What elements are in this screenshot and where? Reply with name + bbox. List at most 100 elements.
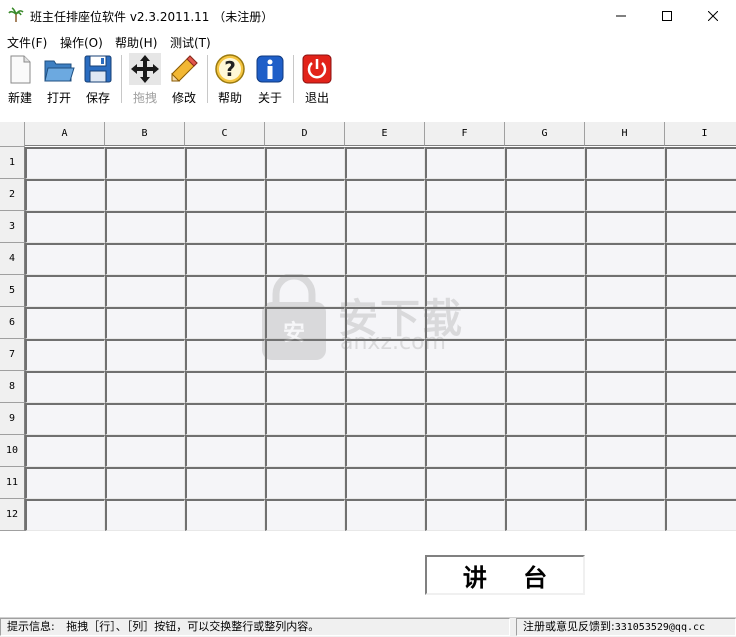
seat-cell[interactable]	[665, 243, 736, 275]
seat-cell[interactable]	[105, 403, 185, 435]
seat-cell[interactable]	[265, 371, 345, 403]
close-button[interactable]	[690, 0, 736, 31]
seat-cell[interactable]	[425, 211, 505, 243]
seat-cell[interactable]	[25, 243, 105, 275]
column-header[interactable]: I	[665, 122, 736, 146]
seat-cell[interactable]	[425, 307, 505, 339]
seat-cell[interactable]	[505, 275, 585, 307]
seat-cell[interactable]	[505, 499, 585, 531]
seat-cell[interactable]	[665, 307, 736, 339]
column-header[interactable]: E	[345, 122, 425, 146]
seat-cell[interactable]	[585, 499, 665, 531]
seat-cell[interactable]	[345, 211, 425, 243]
minimize-button[interactable]	[598, 0, 644, 31]
row-header[interactable]: 9	[0, 403, 25, 435]
seat-cell[interactable]	[25, 211, 105, 243]
column-header[interactable]: H	[585, 122, 665, 146]
edit-button[interactable]: 修改	[166, 53, 202, 105]
seat-cell[interactable]	[585, 307, 665, 339]
seat-cell[interactable]	[105, 467, 185, 499]
column-header[interactable]: G	[505, 122, 585, 146]
seat-cell[interactable]	[505, 371, 585, 403]
seat-cell[interactable]	[505, 211, 585, 243]
seat-cell[interactable]	[585, 147, 665, 179]
seat-cell[interactable]	[665, 499, 736, 531]
seat-cell[interactable]	[345, 147, 425, 179]
seat-cell[interactable]	[105, 307, 185, 339]
seat-cell[interactable]	[345, 467, 425, 499]
drag-button[interactable]: 拖拽	[127, 53, 163, 105]
seat-cell[interactable]	[425, 179, 505, 211]
seat-cell[interactable]	[25, 147, 105, 179]
row-header[interactable]: 4	[0, 243, 25, 275]
seat-cell[interactable]	[665, 339, 736, 371]
row-header[interactable]: 8	[0, 371, 25, 403]
seat-cell[interactable]	[345, 179, 425, 211]
seat-cell[interactable]	[25, 403, 105, 435]
seat-cell[interactable]	[345, 339, 425, 371]
seat-cell[interactable]	[265, 243, 345, 275]
seat-cell[interactable]	[425, 275, 505, 307]
menu-file[interactable]: 文件(F)	[7, 34, 47, 51]
seat-cell[interactable]	[265, 147, 345, 179]
seat-cell[interactable]	[265, 307, 345, 339]
column-header[interactable]: A	[25, 122, 105, 146]
seat-cell[interactable]	[345, 307, 425, 339]
seat-cell[interactable]	[425, 467, 505, 499]
seat-cell[interactable]	[185, 243, 265, 275]
seat-cell[interactable]	[25, 275, 105, 307]
seat-cell[interactable]	[265, 467, 345, 499]
new-button[interactable]: 新建	[2, 53, 38, 105]
seat-cell[interactable]	[185, 211, 265, 243]
seat-cell[interactable]	[425, 339, 505, 371]
seat-cell[interactable]	[25, 467, 105, 499]
seat-cell[interactable]	[585, 211, 665, 243]
seat-cell[interactable]	[505, 435, 585, 467]
seat-cell[interactable]	[585, 371, 665, 403]
row-header[interactable]: 3	[0, 211, 25, 243]
seat-cell[interactable]	[585, 243, 665, 275]
seat-cell[interactable]	[265, 211, 345, 243]
seat-cell[interactable]	[585, 403, 665, 435]
save-button[interactable]: 保存	[80, 53, 116, 105]
seat-cell[interactable]	[25, 499, 105, 531]
seat-cell[interactable]	[505, 307, 585, 339]
seat-cell[interactable]	[345, 435, 425, 467]
seat-cell[interactable]	[185, 179, 265, 211]
seat-cell[interactable]	[345, 371, 425, 403]
seat-cell[interactable]	[585, 179, 665, 211]
help-button[interactable]: ? 帮助	[212, 53, 248, 105]
seat-cell[interactable]	[505, 179, 585, 211]
row-header[interactable]: 11	[0, 467, 25, 499]
seat-cell[interactable]	[345, 275, 425, 307]
seat-cell[interactable]	[25, 435, 105, 467]
maximize-button[interactable]	[644, 0, 690, 31]
row-header[interactable]: 10	[0, 435, 25, 467]
column-header[interactable]: D	[265, 122, 345, 146]
seat-cell[interactable]	[265, 499, 345, 531]
menu-operate[interactable]: 操作(O)	[60, 34, 103, 51]
exit-button[interactable]: 退出	[299, 53, 335, 105]
seat-cell[interactable]	[665, 435, 736, 467]
row-header[interactable]: 6	[0, 307, 25, 339]
column-header[interactable]: B	[105, 122, 185, 146]
column-header[interactable]: C	[185, 122, 265, 146]
seat-cell[interactable]	[585, 275, 665, 307]
seat-cell[interactable]	[105, 371, 185, 403]
seat-cell[interactable]	[345, 499, 425, 531]
row-header[interactable]: 2	[0, 179, 25, 211]
seat-cell[interactable]	[185, 403, 265, 435]
seat-cell[interactable]	[265, 275, 345, 307]
seat-cell[interactable]	[105, 275, 185, 307]
seat-cell[interactable]	[185, 499, 265, 531]
seat-cell[interactable]	[185, 307, 265, 339]
seat-cell[interactable]	[505, 467, 585, 499]
seat-cell[interactable]	[265, 403, 345, 435]
seat-cell[interactable]	[425, 499, 505, 531]
seat-cell[interactable]	[505, 403, 585, 435]
seat-cell[interactable]	[105, 243, 185, 275]
about-button[interactable]: 关于	[252, 53, 288, 105]
seat-cell[interactable]	[25, 371, 105, 403]
row-header[interactable]: 12	[0, 499, 25, 531]
seat-cell[interactable]	[505, 243, 585, 275]
